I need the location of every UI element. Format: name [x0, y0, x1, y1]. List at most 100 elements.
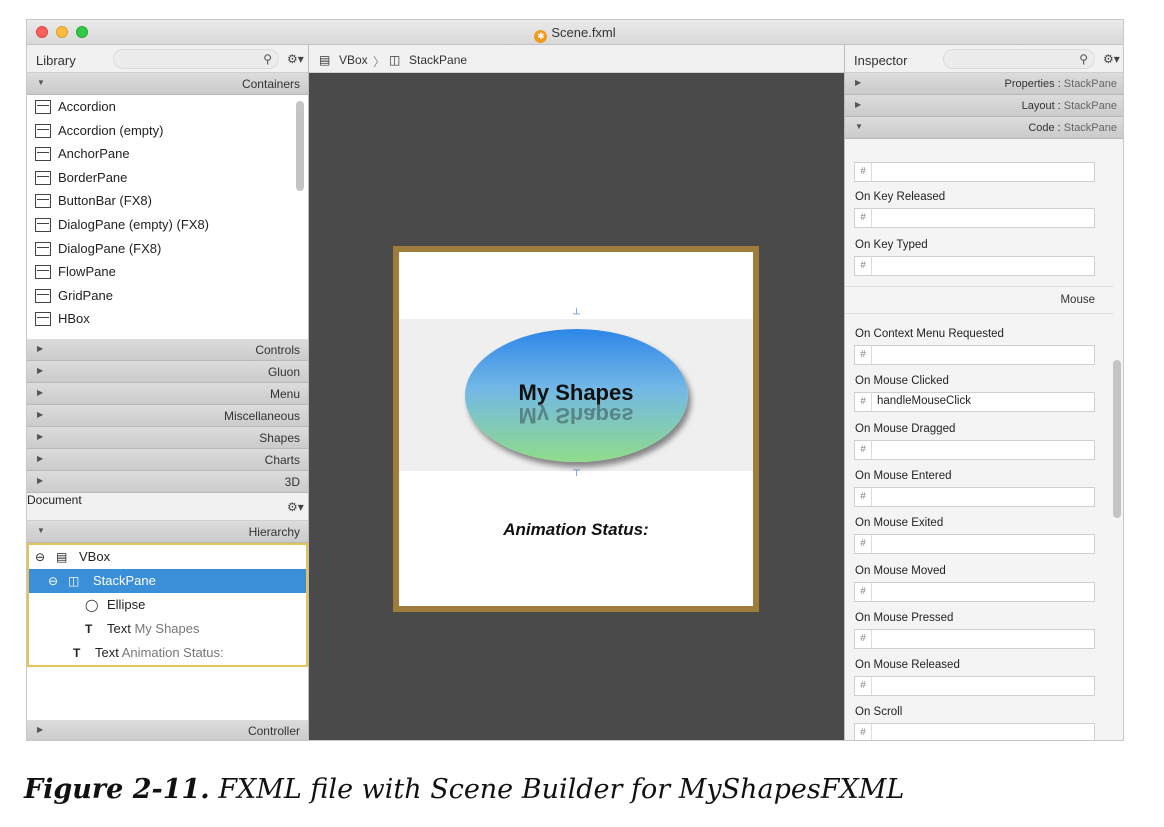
collapse-triangle-icon: ▼: [855, 122, 863, 131]
library-item[interactable]: Accordion: [27, 95, 308, 119]
container-icon: [35, 170, 51, 185]
library-item-label: FlowPane: [58, 264, 116, 280]
event-handler-field[interactable]: #: [854, 723, 1095, 740]
document-gear-icon[interactable]: ⚙▾: [287, 500, 304, 514]
event-handler-label: On Mouse Entered: [855, 469, 952, 482]
hash-prefix: #: [855, 677, 872, 696]
tree-row-text-myshapes[interactable]: T Text My Shapes: [29, 617, 306, 641]
library-item[interactable]: ButtonBar (FX8): [27, 189, 308, 213]
mouse-group-label: Mouse: [1060, 294, 1095, 306]
event-handler-field[interactable]: #: [854, 345, 1095, 365]
library-section[interactable]: ▶ Gluon: [27, 361, 308, 383]
collapse-circle-icon[interactable]: ⊖: [35, 545, 45, 569]
container-icon: [35, 100, 51, 114]
library-item-label: AnchorPane: [58, 146, 130, 162]
library-section[interactable]: ▶ 3D: [27, 471, 308, 493]
section-name: Code: [1028, 122, 1055, 134]
section-target: StackPane: [1063, 100, 1117, 112]
container-icon: [35, 241, 51, 256]
event-handler-label: On Mouse Moved: [855, 564, 946, 577]
resize-handle-bottom[interactable]: ┬: [573, 465, 580, 476]
stackpane-icon: ◫: [68, 574, 80, 588]
inspector-section-layout[interactable]: ▶ Layout : StackPane: [845, 95, 1123, 117]
library-item-label: Accordion (empty): [58, 122, 164, 138]
library-item[interactable]: Accordion (empty): [27, 119, 308, 143]
library-item-label: Accordion: [58, 99, 116, 114]
event-handler-field[interactable]: #: [854, 581, 1095, 602]
tree-row-vbox[interactable]: ⊖ ▤ VBox: [29, 545, 306, 569]
breadcrumb-vbox[interactable]: VBox: [339, 53, 368, 67]
library-section-containers[interactable]: ▼ Containers: [27, 73, 308, 95]
hash-prefix: #: [855, 256, 872, 275]
library-gear-icon[interactable]: ⚙▾: [287, 52, 304, 66]
tree-row-kind: VBox: [79, 549, 111, 564]
event-handler-field[interactable]: #: [854, 486, 1095, 507]
tree-row-value: My Shapes: [134, 621, 200, 636]
inspector-scrollbar[interactable]: [1113, 360, 1121, 518]
search-icon: ⚲: [263, 52, 272, 66]
text-node-icon: T: [73, 646, 81, 660]
inspector-panel: Inspector ⚲ ⚙▾ ▶ Properties : StackPane …: [844, 45, 1123, 740]
library-search-input[interactable]: ⚲: [113, 49, 279, 69]
library-section[interactable]: ▶ Charts: [27, 449, 308, 471]
caption-figure-number: Figure 2-11.: [24, 774, 210, 805]
controller-section[interactable]: ▶ Controller: [27, 720, 308, 740]
library-item[interactable]: DialogPane (FX8): [27, 237, 308, 261]
tree-row-kind: StackPane: [93, 573, 156, 588]
library-item[interactable]: HBox: [27, 307, 308, 331]
tree-row-text-status[interactable]: T Text Animation Status:: [29, 641, 306, 665]
event-handler-field[interactable]: #: [854, 162, 1095, 182]
inspector-section-code[interactable]: ▼ Code : StackPane: [845, 117, 1123, 139]
tree-row-kind: Text: [107, 621, 131, 636]
event-handler-field[interactable]: #: [854, 676, 1095, 697]
hash-prefix: #: [855, 724, 872, 740]
event-handler-label: On Context Menu Requested: [855, 328, 1004, 340]
expand-triangle-icon: ▶: [37, 725, 44, 734]
library-item[interactable]: DialogPane (empty) (FX8): [27, 213, 308, 237]
scene-canvas[interactable]: ┴ ┬ My Shapes My Shapes Animation Status…: [393, 246, 759, 612]
expand-triangle-icon: ▶: [37, 344, 44, 353]
tree-row-kind: Ellipse: [107, 597, 146, 612]
library-item[interactable]: FlowPane: [27, 260, 308, 284]
section-label: Gluon: [267, 365, 300, 379]
event-handler-field[interactable]: # handleMouseClick: [854, 392, 1095, 413]
library-section[interactable]: ▶ Miscellaneous: [27, 405, 308, 427]
event-handler-field[interactable]: #: [854, 439, 1095, 460]
animation-status-text[interactable]: Animation Status:: [399, 520, 753, 540]
event-handler-field[interactable]: #: [854, 534, 1095, 555]
event-handler-field[interactable]: #: [854, 208, 1095, 228]
event-handler-field[interactable]: #: [854, 255, 1095, 276]
left-panel: Library ⚲ ⚙▾ ▼ Containers Accordion Accor…: [27, 45, 309, 740]
library-section[interactable]: ▶ Shapes: [27, 427, 308, 449]
inspector-search-input[interactable]: ⚲: [943, 49, 1095, 69]
library-section[interactable]: ▶ Controls: [27, 339, 308, 361]
hash-prefix: #: [855, 535, 872, 554]
breadcrumb-stackpane[interactable]: StackPane: [409, 53, 467, 67]
expand-triangle-icon: ▶: [37, 476, 44, 485]
library-item[interactable]: GridPane: [27, 284, 308, 308]
vbox-icon: ▤: [56, 550, 68, 564]
scene-builder-window: ✱ Scene.fxml Library ⚲ ⚙▾ ▼ Containers Ac…: [26, 19, 1124, 741]
hierarchy-tree: ⊖ ▤ VBox ⊖ ◫ StackPane ◯ Ellipse T Text …: [27, 543, 308, 667]
inspector-gear-icon[interactable]: ⚙▾: [1103, 52, 1120, 66]
event-handler-label: On Mouse Released: [855, 659, 960, 672]
event-handler-field[interactable]: #: [854, 628, 1095, 649]
library-item[interactable]: BorderPane: [27, 166, 308, 190]
ellipse-icon: ◯: [85, 598, 99, 612]
inspector-section-properties[interactable]: ▶ Properties : StackPane: [845, 73, 1123, 95]
library-item[interactable]: AnchorPane: [27, 142, 308, 166]
collapse-circle-icon[interactable]: ⊖: [48, 569, 58, 593]
library-section[interactable]: ▶ Menu: [27, 383, 308, 405]
tree-row-stackpane[interactable]: ⊖ ◫ StackPane: [29, 569, 306, 593]
event-handler-label: On Key Released: [855, 191, 946, 203]
section-label: Menu: [269, 387, 300, 401]
stackpane-selection[interactable]: ┴ ┬ My Shapes My Shapes: [399, 309, 753, 476]
hash-prefix: #: [855, 582, 872, 601]
vbox-icon: ▤: [319, 53, 331, 67]
hierarchy-section[interactable]: ▼ Hierarchy: [27, 521, 308, 543]
inspector-header: Inspector ⚲ ⚙▾: [845, 45, 1123, 73]
tree-row-ellipse[interactable]: ◯ Ellipse: [29, 593, 306, 617]
resize-handle-top[interactable]: ┴: [573, 309, 580, 320]
section-name: Layout: [1021, 100, 1055, 112]
code-fields: # On Key Released # On Key Typed # Mouse On Co…: [845, 162, 1113, 740]
